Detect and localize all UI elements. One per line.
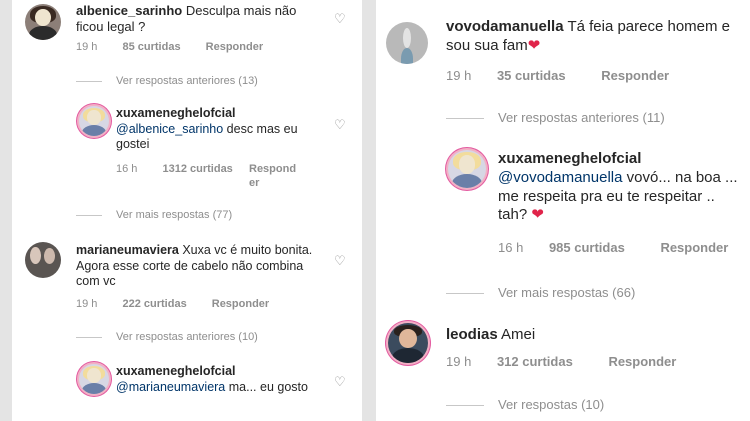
comment-username[interactable]: marianeumaviera xyxy=(76,243,179,257)
likes-count[interactable]: 35 curtidas xyxy=(497,68,566,83)
mention-link[interactable]: @vovodamanuella xyxy=(498,169,622,186)
comments-panel-left: albenice_sarinho Desculpa mais não ficou… xyxy=(12,0,362,421)
reply-username[interactable]: xuxameneghelofcial xyxy=(116,364,236,378)
view-replies-link[interactable]: Ver respostas anteriores (11) xyxy=(446,110,665,125)
likes-count[interactable]: 985 curtidas xyxy=(549,240,625,255)
reply-meta: 16 h 1312 curtidas xyxy=(116,163,255,175)
comment-meta: 19 h 35 curtidas Responder xyxy=(446,68,669,83)
comment-text: albenice_sarinho Desculpa mais não ficou… xyxy=(76,3,316,36)
avatar[interactable] xyxy=(25,4,61,40)
likes-count[interactable]: 222 curtidas xyxy=(122,298,186,310)
comment-meta: 19 h 312 curtidas Responder xyxy=(446,354,676,369)
reply-button[interactable]: Responder xyxy=(601,68,669,83)
comment-username[interactable]: albenice_sarinho xyxy=(76,3,182,18)
reply-button[interactable]: Respond er xyxy=(249,163,296,191)
reply-button[interactable]: Responder xyxy=(660,240,728,255)
reply-text: xuxameneghelofcial @marianeumaviera ma..… xyxy=(116,364,316,395)
comment-text: marianeumaviera Xuxa vc é muito bonita. … xyxy=(76,243,326,290)
view-more-replies-link[interactable]: Ver mais respostas (77) xyxy=(76,209,232,221)
heart-outline-icon[interactable]: ♡ xyxy=(334,12,346,25)
reply-body: ma... eu gosto xyxy=(225,379,308,394)
view-more-replies-label: Ver mais respostas (66) xyxy=(498,285,636,300)
comment-username[interactable]: leodias xyxy=(446,326,498,343)
reply-button[interactable]: Responder xyxy=(212,298,269,310)
reply-time: 16 h xyxy=(498,240,524,255)
heart-outline-icon[interactable]: ♡ xyxy=(334,375,346,388)
avatar[interactable] xyxy=(388,323,428,363)
reply-text: xuxameneghelofcial @vovodamanuella vovó.… xyxy=(498,150,738,225)
mention-link[interactable]: @marianeumaviera xyxy=(116,380,225,394)
red-heart-emoji: ❤ xyxy=(531,206,544,224)
avatar[interactable] xyxy=(79,364,109,394)
view-replies-label: Ver respostas anteriores (10) xyxy=(116,331,258,343)
avatar[interactable] xyxy=(79,106,109,136)
view-replies-link[interactable]: Ver respostas (10) xyxy=(446,397,604,412)
comment-time: 19 h xyxy=(446,68,472,83)
likes-count[interactable]: 85 curtidas xyxy=(122,41,180,53)
view-more-replies-label: Ver mais respostas (77) xyxy=(116,209,233,221)
reply-button[interactable]: Responder xyxy=(608,354,676,369)
comment-text: leodias Amei xyxy=(446,326,736,345)
view-replies-label: Ver respostas anteriores (11) xyxy=(498,110,665,125)
reply-button[interactable]: Responder xyxy=(206,41,263,53)
red-heart-emoji: ❤ xyxy=(527,36,541,54)
comment-meta: 19 h 222 curtidas Responder xyxy=(76,298,269,310)
view-replies-link[interactable]: Ver respostas anteriores (10) xyxy=(76,331,258,343)
comment-time: 19 h xyxy=(76,298,98,310)
reply-username[interactable]: xuxameneghelofcial xyxy=(116,106,236,120)
comments-panel-right: vovodamanuella Tá feia parece homem e so… xyxy=(376,0,750,421)
reply-username[interactable]: xuxameneghelofcial xyxy=(498,150,641,167)
view-replies-link[interactable]: Ver respostas anteriores (13) xyxy=(76,75,258,87)
avatar[interactable] xyxy=(386,22,428,64)
mention-link[interactable]: @albenice_sarinho xyxy=(116,122,223,136)
heart-outline-icon[interactable]: ♡ xyxy=(334,118,346,131)
comment-text: vovodamanuella Tá feia parece homem e so… xyxy=(446,18,746,56)
avatar[interactable] xyxy=(448,150,486,188)
comment-username[interactable]: vovodamanuella xyxy=(446,18,564,35)
reply-meta: 16 h 985 curtidas Responder xyxy=(498,240,728,255)
view-replies-label: Ver respostas anteriores (13) xyxy=(116,75,258,87)
avatar[interactable] xyxy=(25,242,61,278)
comment-time: 19 h xyxy=(446,354,472,369)
heart-outline-icon[interactable]: ♡ xyxy=(334,254,346,267)
comment-body: Amei xyxy=(497,326,536,343)
reply-time: 16 h xyxy=(116,163,138,175)
reply-text: xuxameneghelofcial @albenice_sarinho des… xyxy=(116,106,316,153)
reply-button-label: Respond xyxy=(249,163,297,175)
view-replies-label: Ver respostas (10) xyxy=(498,397,605,412)
comment-time: 19 h xyxy=(76,41,98,53)
likes-count[interactable]: 1312 curtidas xyxy=(162,163,232,175)
reply-button-label-wrap: er xyxy=(249,176,260,189)
view-more-replies-link[interactable]: Ver mais respostas (66) xyxy=(446,285,635,300)
likes-count[interactable]: 312 curtidas xyxy=(497,354,573,369)
comment-meta: 19 h 85 curtidas Responder xyxy=(76,41,263,53)
